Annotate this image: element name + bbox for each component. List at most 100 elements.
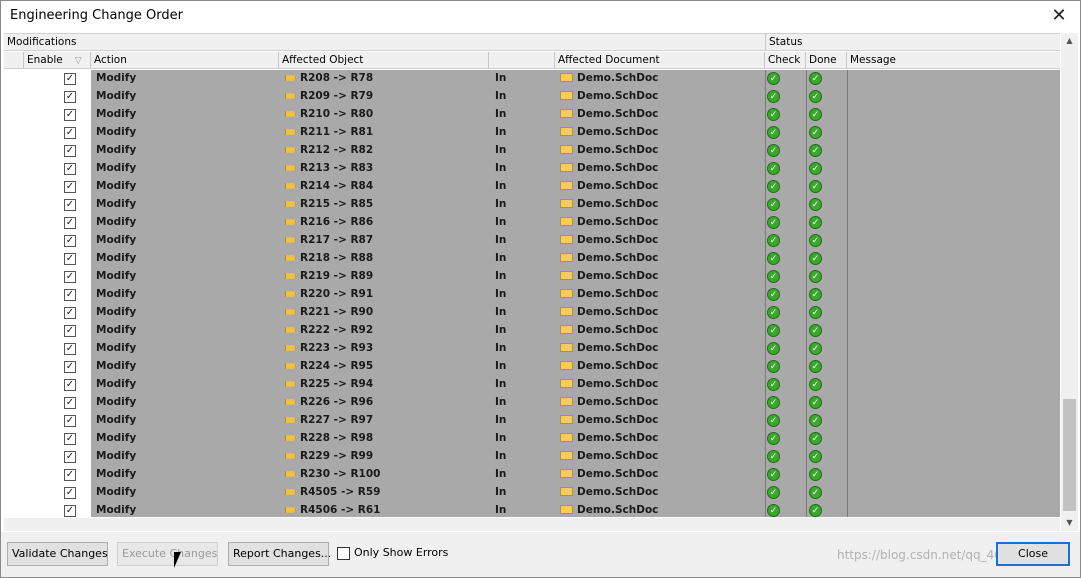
table-row[interactable]: ✓ Modify R215 -> R85 In Demo.SchDoc ✓ ✓ — [4, 196, 1060, 214]
table-row[interactable]: ✓ Modify R224 -> R95 In Demo.SchDoc ✓ ✓ — [4, 358, 1060, 376]
enable-checkbox[interactable]: ✓ — [64, 109, 76, 121]
affected-document-label: Demo.SchDoc — [577, 126, 659, 138]
col-done[interactable]: Done — [806, 52, 847, 69]
check-ok-icon: ✓ — [767, 504, 780, 517]
table-row[interactable]: ✓ Modify R230 -> R100 In Demo.SchDoc ✓ ✓ — [4, 466, 1060, 484]
report-changes-button[interactable]: Report Changes... — [228, 542, 331, 566]
affected-document-cell: Demo.SchDoc — [560, 216, 658, 228]
table-row[interactable]: ✓ Modify R228 -> R98 In Demo.SchDoc ✓ ✓ — [4, 430, 1060, 448]
affected-object-cell: R213 -> R83 — [285, 162, 373, 174]
affected-object-label: R228 -> R98 — [300, 432, 374, 444]
schdoc-icon — [560, 109, 573, 118]
table-row[interactable]: ✓ Modify R223 -> R93 In Demo.SchDoc ✓ ✓ — [4, 340, 1060, 358]
vertical-scrollbar[interactable]: ▲ ▼ — [1061, 33, 1078, 531]
enable-checkbox[interactable]: ✓ — [64, 469, 76, 481]
horizontal-scrollbar[interactable] — [4, 518, 1060, 531]
affected-object-label: R224 -> R95 — [300, 360, 374, 372]
table-row[interactable]: ✓ Modify R211 -> R81 In Demo.SchDoc ✓ ✓ — [4, 124, 1060, 142]
col-action[interactable]: Action — [91, 52, 279, 69]
in-cell: In — [495, 504, 507, 516]
col-enable[interactable]: Enable ▽ — [24, 52, 91, 69]
enable-checkbox[interactable]: ✓ — [64, 415, 76, 427]
in-cell: In — [495, 270, 507, 282]
enable-checkbox[interactable]: ✓ — [64, 145, 76, 157]
table-row[interactable]: ✓ Modify R4506 -> R61 In Demo.SchDoc ✓ ✓ — [4, 502, 1060, 517]
scroll-thumb[interactable] — [1063, 399, 1076, 511]
affected-document-label: Demo.SchDoc — [577, 162, 659, 174]
table-row[interactable]: ✓ Modify R229 -> R99 In Demo.SchDoc ✓ ✓ — [4, 448, 1060, 466]
table-row[interactable]: ✓ Modify R212 -> R82 In Demo.SchDoc ✓ ✓ — [4, 142, 1060, 160]
done-ok-icon: ✓ — [809, 288, 822, 301]
table-row[interactable]: ✓ Modify R4505 -> R59 In Demo.SchDoc ✓ ✓ — [4, 484, 1060, 502]
enable-checkbox[interactable]: ✓ — [64, 343, 76, 355]
arrow-icon — [285, 416, 296, 424]
col-affected-document[interactable]: Affected Document — [555, 52, 765, 69]
in-cell: In — [495, 450, 507, 462]
enable-checkbox[interactable]: ✓ — [64, 235, 76, 247]
table-row[interactable]: ✓ Modify R221 -> R90 In Demo.SchDoc ✓ ✓ — [4, 304, 1060, 322]
only-show-errors-checkbox[interactable] — [337, 547, 350, 560]
in-cell: In — [495, 414, 507, 426]
enable-checkbox[interactable]: ✓ — [64, 253, 76, 265]
table-row[interactable]: ✓ Modify R216 -> R86 In Demo.SchDoc ✓ ✓ — [4, 214, 1060, 232]
affected-document-cell: Demo.SchDoc — [560, 504, 658, 516]
affected-object-label: R229 -> R99 — [300, 450, 374, 462]
enable-checkbox[interactable]: ✓ — [64, 289, 76, 301]
done-ok-icon: ✓ — [809, 504, 822, 517]
table-row[interactable]: ✓ Modify R220 -> R91 In Demo.SchDoc ✓ ✓ — [4, 286, 1060, 304]
enable-checkbox[interactable]: ✓ — [64, 505, 76, 517]
action-cell: Modify — [96, 342, 137, 354]
validate-changes-button[interactable]: Validate Changes — [7, 542, 108, 566]
action-cell: Modify — [96, 486, 137, 498]
table-row[interactable]: ✓ Modify R225 -> R94 In Demo.SchDoc ✓ ✓ — [4, 376, 1060, 394]
enable-checkbox[interactable]: ✓ — [64, 271, 76, 283]
done-ok-icon: ✓ — [809, 216, 822, 229]
enable-checkbox[interactable]: ✓ — [64, 163, 76, 175]
enable-checkbox[interactable]: ✓ — [64, 91, 76, 103]
enable-checkbox[interactable]: ✓ — [64, 199, 76, 211]
scroll-up-icon[interactable]: ▲ — [1061, 33, 1078, 49]
arrow-icon — [285, 398, 296, 406]
table-row[interactable]: ✓ Modify R219 -> R89 In Demo.SchDoc ✓ ✓ — [4, 268, 1060, 286]
column-separator — [847, 70, 848, 517]
col-affected-object[interactable]: Affected Object — [279, 52, 489, 69]
sort-icon[interactable]: ▽ — [75, 56, 82, 66]
enable-checkbox[interactable]: ✓ — [64, 451, 76, 463]
table-row[interactable]: ✓ Modify R218 -> R88 In Demo.SchDoc ✓ ✓ — [4, 250, 1060, 268]
table-row[interactable]: ✓ Modify R210 -> R80 In Demo.SchDoc ✓ ✓ — [4, 106, 1060, 124]
enable-checkbox[interactable]: ✓ — [64, 379, 76, 391]
table-row[interactable]: ✓ Modify R209 -> R79 In Demo.SchDoc ✓ ✓ — [4, 88, 1060, 106]
table-row[interactable]: ✓ Modify R208 -> R78 In Demo.SchDoc ✓ ✓ — [4, 70, 1060, 88]
enable-checkbox[interactable]: ✓ — [64, 397, 76, 409]
close-icon[interactable]: ✕ — [1048, 5, 1070, 27]
enable-checkbox[interactable]: ✓ — [64, 307, 76, 319]
affected-document-label: Demo.SchDoc — [577, 450, 659, 462]
affected-object-label: R216 -> R86 — [300, 216, 374, 228]
enable-checkbox[interactable]: ✓ — [64, 487, 76, 499]
table-row[interactable]: ✓ Modify R217 -> R87 In Demo.SchDoc ✓ ✓ — [4, 232, 1060, 250]
table-row[interactable]: ✓ Modify R213 -> R83 In Demo.SchDoc ✓ ✓ — [4, 160, 1060, 178]
table-row[interactable]: ✓ Modify R227 -> R97 In Demo.SchDoc ✓ ✓ — [4, 412, 1060, 430]
action-cell: Modify — [96, 450, 137, 462]
enable-checkbox[interactable]: ✓ — [64, 127, 76, 139]
check-ok-icon: ✓ — [767, 288, 780, 301]
execute-changes-button[interactable]: Execute Changes — [117, 542, 218, 566]
enable-checkbox[interactable]: ✓ — [64, 361, 76, 373]
table-row[interactable]: ✓ Modify R226 -> R96 In Demo.SchDoc ✓ ✓ — [4, 394, 1060, 412]
scroll-down-icon[interactable]: ▼ — [1061, 515, 1078, 531]
affected-document-label: Demo.SchDoc — [577, 288, 659, 300]
table-row[interactable]: ✓ Modify R222 -> R92 In Demo.SchDoc ✓ ✓ — [4, 322, 1060, 340]
affected-object-cell: R227 -> R97 — [285, 414, 373, 426]
affected-document-label: Demo.SchDoc — [577, 72, 659, 84]
enable-checkbox[interactable]: ✓ — [64, 217, 76, 229]
table-row[interactable]: ✓ Modify R214 -> R84 In Demo.SchDoc ✓ ✓ — [4, 178, 1060, 196]
done-ok-icon: ✓ — [809, 378, 822, 391]
enable-checkbox[interactable]: ✓ — [64, 325, 76, 337]
enable-checkbox[interactable]: ✓ — [64, 181, 76, 193]
col-in[interactable] — [489, 52, 555, 69]
col-check[interactable]: Check — [765, 52, 806, 69]
close-button[interactable]: Close — [996, 542, 1070, 566]
col-message[interactable]: Message — [847, 52, 1060, 69]
enable-checkbox[interactable]: ✓ — [64, 73, 76, 85]
enable-checkbox[interactable]: ✓ — [64, 433, 76, 445]
